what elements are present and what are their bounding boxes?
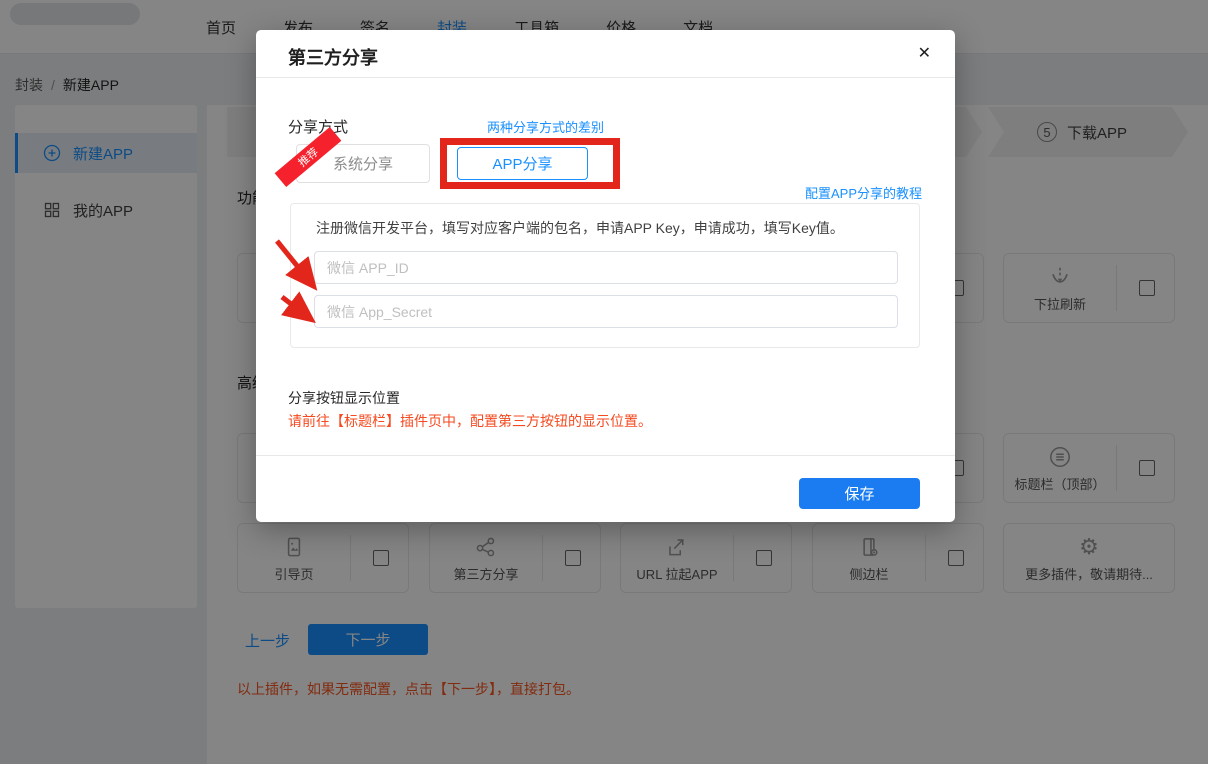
close-icon[interactable]: ✕ [918, 43, 931, 63]
save-button[interactable]: 保存 [799, 478, 920, 509]
tab-label: APP分享 [492, 153, 552, 174]
modal-header: 第三方分享 ✕ [256, 30, 955, 78]
wechat-appsecret-input[interactable] [314, 295, 898, 328]
share-button-position-note: 请前往【标题栏】插件页中，配置第三方按钮的显示位置。 [288, 411, 652, 431]
divider [256, 455, 955, 456]
wechat-config-box: 注册微信开发平台，填写对应客户端的包名，申请APP Key，申请成功，填写Key… [290, 203, 920, 348]
wechat-appid-input[interactable] [314, 251, 898, 284]
third-party-share-modal: 第三方分享 ✕ 分享方式 两种分享方式的差别 推荐 系统分享 APP分享 配置A… [256, 30, 955, 522]
share-button-position-label: 分享按钮显示位置 [288, 388, 400, 408]
tab-label: 系统分享 [333, 153, 393, 174]
tab-app-share[interactable]: APP分享 [457, 147, 588, 180]
tab-system-share[interactable]: 推荐 系统分享 [296, 144, 430, 183]
share-method-label: 分享方式 [288, 116, 348, 137]
modal-title: 第三方分享 [288, 44, 378, 70]
app-share-tutorial-link[interactable]: 配置APP分享的教程 [805, 183, 922, 202]
page: 首页 发布 签名 封装 工具箱 价格 文档 封装/新建APP 新建APP 我的A… [0, 0, 1208, 764]
wechat-instruction-text: 注册微信开发平台，填写对应客户端的包名，申请APP Key，申请成功，填写Key… [316, 218, 844, 238]
share-methods-diff-link[interactable]: 两种分享方式的差别 [487, 117, 604, 136]
